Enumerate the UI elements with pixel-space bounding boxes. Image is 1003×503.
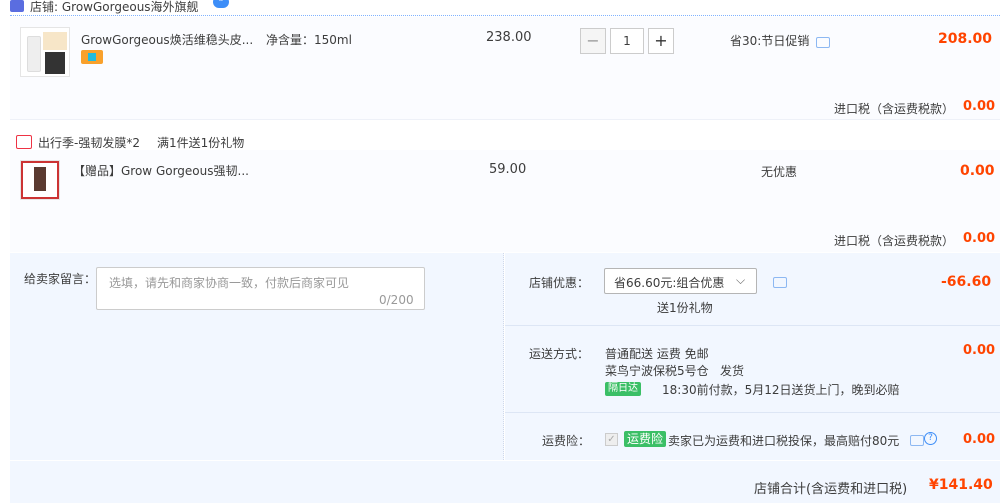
- gift-promo: 无优惠: [761, 165, 798, 179]
- gift-subtotal: 0.00: [960, 163, 995, 179]
- wangwang-icon[interactable]: ʷ: [213, 0, 229, 8]
- chevron-down-icon: ⌵: [736, 273, 746, 287]
- service-icon: [81, 50, 103, 64]
- chat-icon[interactable]: [816, 37, 830, 48]
- gift-promo-title: 出行季-强韧发膜*2: [38, 136, 140, 150]
- import-tax-label: 进口税（含运费税款）: [834, 234, 955, 248]
- gift-thumbnail[interactable]: [20, 160, 60, 200]
- product-title[interactable]: GrowGorgeous焕活维稳头皮...: [81, 31, 253, 48]
- shop-icon: [10, 0, 24, 12]
- import-tax-label: 进口税（含运费税款）: [834, 102, 955, 116]
- gift-price: 59.00: [489, 162, 527, 177]
- ship-word: 发货: [720, 364, 745, 378]
- qty-minus-button[interactable]: −: [580, 28, 606, 54]
- insurance-desc: 卖家已为运费和进口税投保，最高赔付80元: [668, 434, 900, 448]
- discount-selected: 省66.60元:组合优惠: [614, 276, 725, 290]
- message-label: 给卖家留言：: [24, 272, 97, 286]
- insurance-badge: 运费险: [624, 431, 667, 447]
- discount-value: -66.60: [941, 274, 992, 290]
- chat-icon[interactable]: [773, 277, 787, 288]
- next-day-badge: 隔日达: [605, 382, 641, 396]
- insurance-checkbox[interactable]: ✓: [605, 433, 618, 446]
- shop-header: 店铺: GrowGorgeous海外旗舰 ʷ: [10, 0, 1000, 16]
- item-promo: 省30:节日促销: [730, 34, 810, 48]
- qty-plus-button[interactable]: +: [648, 28, 674, 54]
- shop-total-label: 店铺合计(含运费和进口税): [754, 482, 908, 497]
- gift-icon: [16, 135, 32, 149]
- chat-icon[interactable]: [910, 435, 924, 446]
- item-subtotal: 208.00: [938, 31, 993, 47]
- product-thumbnail[interactable]: [20, 27, 70, 77]
- import-tax-value: 0.00: [963, 99, 996, 114]
- product-spec: 净含量：150ml: [266, 33, 352, 47]
- discount-label: 店铺优惠：: [529, 276, 590, 290]
- delivery-promise: 18:30前付款，5月12日送货上门，晚到必赔: [662, 383, 900, 397]
- unit-price: 238.00: [486, 30, 532, 45]
- shop-total-value: ¥141.40: [929, 477, 993, 493]
- shipping-label: 运送方式：: [529, 347, 590, 361]
- help-icon[interactable]: ?: [924, 432, 937, 445]
- message-counter: 0/200: [379, 293, 414, 307]
- warehouse-name: 菜鸟宁波保税5号仓: [605, 364, 709, 378]
- qty-input[interactable]: 1: [610, 28, 644, 54]
- gift-promo-rule: 满1件送1份礼物: [157, 136, 245, 150]
- shop-name[interactable]: 店铺: GrowGorgeous海外旗舰: [30, 0, 199, 15]
- shipping-method: 普通配送 运费 免邮: [605, 347, 709, 361]
- import-tax-value: 0.00: [963, 231, 996, 246]
- insurance-value: 0.00: [963, 432, 996, 447]
- insurance-label: 运费险：: [542, 434, 591, 448]
- shipping-value: 0.00: [963, 343, 996, 358]
- discount-gift-note: 送1份礼物: [657, 301, 713, 315]
- message-placeholder: 选填，请先和商家协商一致，付款后商家可见: [109, 276, 350, 290]
- discount-select[interactable]: 省66.60元:组合优惠 ⌵: [604, 268, 757, 294]
- message-textarea[interactable]: 选填，请先和商家协商一致，付款后商家可见 0/200: [96, 267, 425, 310]
- gift-title[interactable]: 【赠品】Grow Gorgeous强韧...: [73, 162, 249, 179]
